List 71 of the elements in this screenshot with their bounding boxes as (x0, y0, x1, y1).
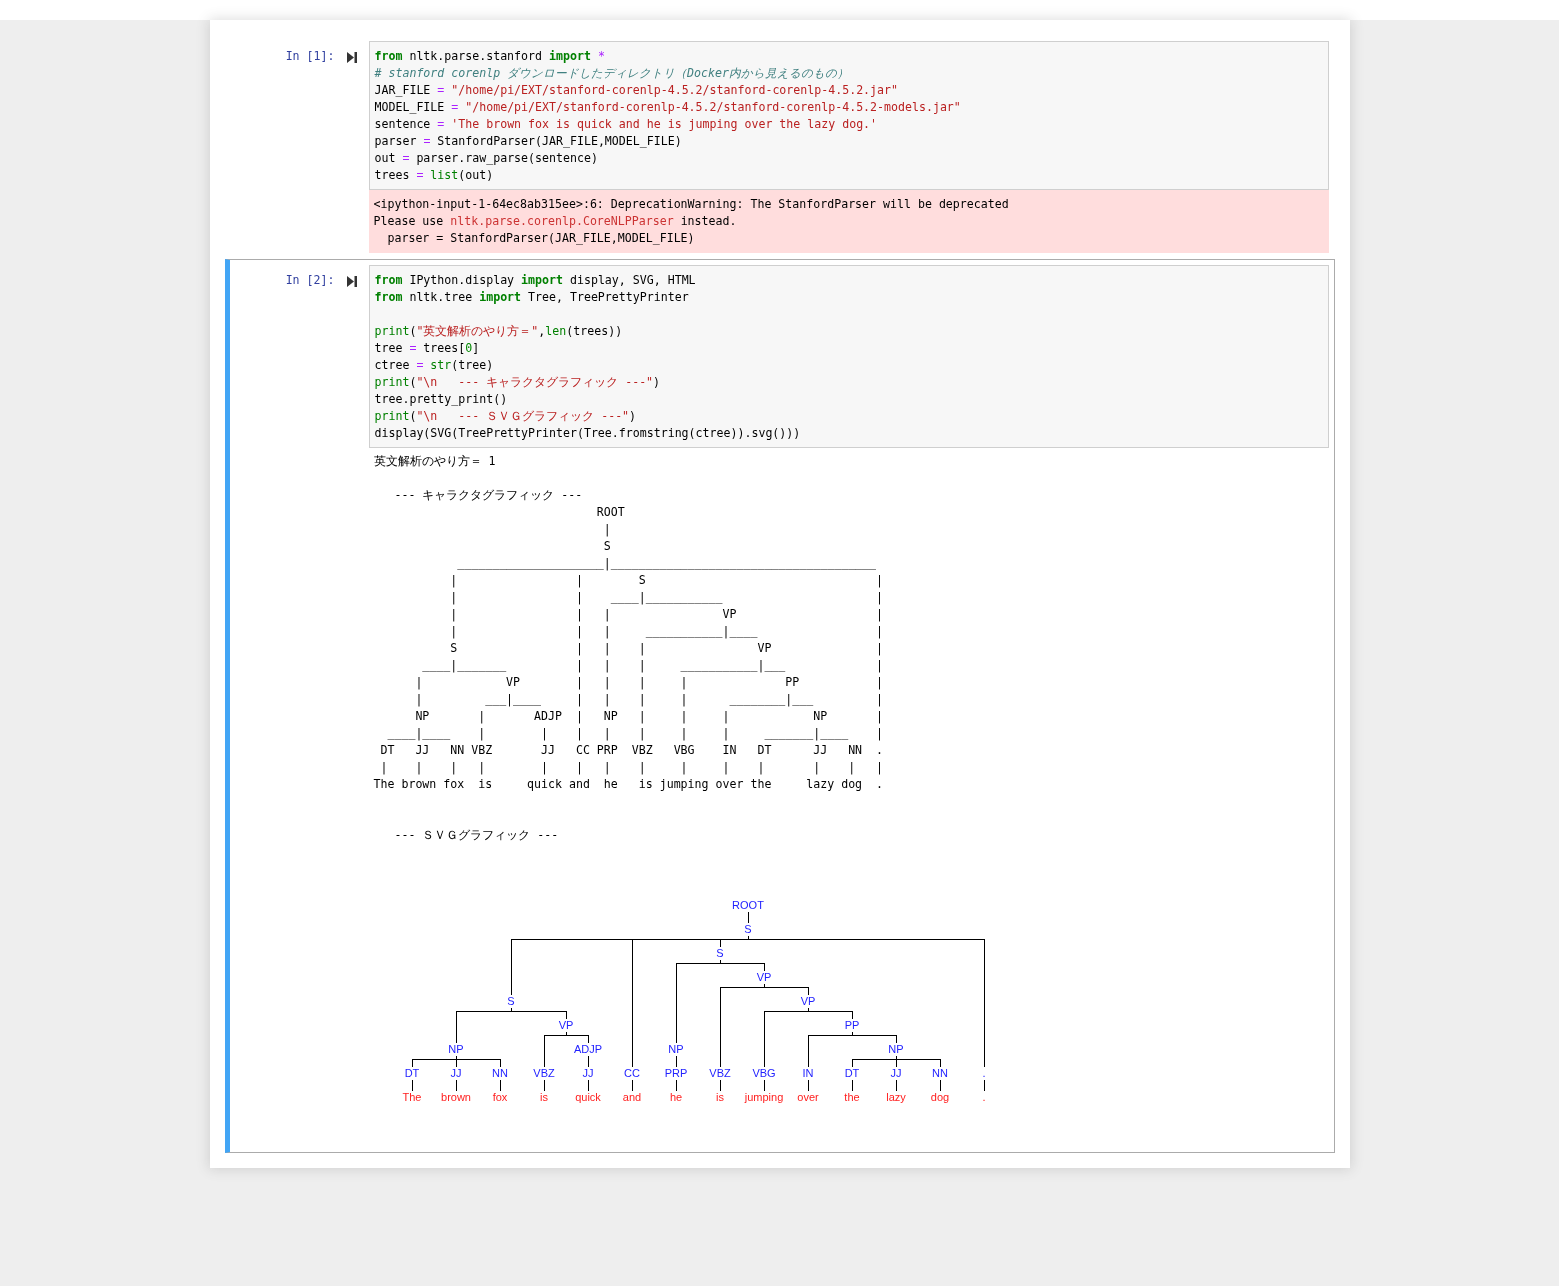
tree-node-label: PP (844, 1018, 859, 1031)
tree-word: and (622, 1090, 641, 1103)
tree-node-label: ROOT (731, 898, 764, 911)
tree-node-label: JJ (890, 1066, 901, 1079)
code-line: print("英文解析のやり方＝",len(trees)) (374, 323, 624, 340)
code-line: tree = trees[0] (374, 340, 481, 357)
tree-node-label: DT (404, 1066, 419, 1079)
tree-node-label: NN (931, 1066, 948, 1079)
tree-word: the (843, 1090, 860, 1103)
tree-node-label: VBG (751, 1066, 776, 1079)
tree-node-label: S (506, 994, 515, 1007)
tree-word: quick (574, 1090, 601, 1103)
tree-node-label: JJ (582, 1066, 593, 1079)
code-line: from nltk.tree import Tree, TreePrettyPrinter (374, 289, 690, 306)
code-editor[interactable] (368, 265, 1329, 448)
input-prompt: In [2]: (284, 272, 335, 289)
tree-word: brown (440, 1090, 471, 1103)
tree-word: . (981, 1090, 986, 1103)
tree-node-label: . (981, 1066, 986, 1079)
code-line: out = parser.raw_parse(sentence) (374, 150, 599, 167)
tree-node-label: VBZ (708, 1066, 731, 1079)
code-line: JAR_FILE = "/home/pi/EXT/stanford-corenlp-4.5.2/stanford-corenlp-4.5.2.jar" (374, 82, 900, 99)
code-line: display(SVG(TreePrettyPrinter(Tree.fromstring(ctree)).svg())) (374, 425, 802, 442)
tree-node-label: VP (800, 994, 815, 1007)
tree-node-label: CC (623, 1066, 640, 1079)
code-line: from nltk.parse.stanford import * (374, 48, 606, 65)
tree-node-label: NP (887, 1042, 904, 1055)
code-line: from IPython.display import display, SVG, HTML (374, 272, 697, 289)
notebook-cell[interactable] (224, 259, 1335, 1153)
tree-node-label: NN (491, 1066, 508, 1079)
tree-word: jumping (744, 1090, 783, 1103)
tree-word: dog (930, 1090, 949, 1103)
ascii-parse-tree: ROOT | S _____________________|______________________________________ | | S | | | ____|___________ | | | | VP | | | | ___________|____ | S | | | VP | ____|_______ | | | ___________|___ | | VP | | | | PP | | ___|____ | | | | ________|___ | NP | ADJP | NP | | | NP | ____|____ | | | | | | | _______|____ | DT JJ NN VBZ JJ CC PRP VBZ VBG IN DT JJ NN . | | | | | | | | | | | | | | The brown fox is quick and he is jumping over the lazy dog . (373, 504, 884, 793)
tree-node-label: DT (844, 1066, 859, 1079)
code-line: trees = list(out) (374, 167, 495, 184)
tree-word: fox (492, 1090, 507, 1103)
tree-word: The (402, 1090, 421, 1103)
step-forward-icon (346, 276, 357, 287)
tree-node-label: JJ (450, 1066, 461, 1079)
tree-word: lazy (885, 1090, 906, 1103)
tree-word: over (796, 1090, 819, 1103)
tree-node-label: NP (667, 1042, 684, 1055)
tree-node-label: ADJP (573, 1042, 602, 1055)
tree-word: is (539, 1090, 548, 1103)
output-text: --- キャラクタグラフィック --- (393, 487, 583, 504)
code-line: # stanford corenlp ダウンロードしたディレクトリ（Docker内から見えるのもの） (374, 65, 850, 82)
code-line: sentence = 'The brown fox is quick and he is jumping over the lazy dog.' (374, 116, 879, 133)
code-editor[interactable] (368, 41, 1329, 190)
tree-node-label: NP (447, 1042, 464, 1055)
code-line: print("\n --- キャラクタグラフィック ---") (374, 374, 662, 391)
code-line: ctree = str(tree) (374, 357, 495, 374)
tree-word: is (715, 1090, 724, 1103)
tree-node-label: VBZ (532, 1066, 555, 1079)
tree-node-label: VP (756, 970, 771, 983)
step-forward-icon (346, 52, 357, 63)
code-line: print("\n --- ＳＶＧグラフィック ---") (374, 408, 638, 425)
code-line: parser = StanfordParser(JAR_FILE,MODEL_FILE) (374, 133, 683, 150)
code-line: tree.pretty_print() (374, 391, 509, 408)
warning-line: Please use nltk.parse.corenlp.CoreNLPParser instead. (373, 213, 738, 230)
input-prompt: In [1]: (284, 48, 335, 65)
tree-node-label: S (715, 946, 724, 959)
output-text: --- ＳＶＧグラフィック --- (393, 827, 559, 844)
tree-node-label: PRP (664, 1066, 687, 1079)
tree-node-label: IN (802, 1066, 813, 1079)
code-line: MODEL_FILE = "/home/pi/EXT/stanford-corenlp-4.5.2/stanford-corenlp-4.5.2-models.jar" (374, 99, 962, 116)
tree-word: he (669, 1090, 682, 1103)
warning-line: <ipython-input-1-64ec8ab315ee>:6: DeprecationWarning: The StanfordParser will be deprecated (373, 196, 1010, 213)
output-text: 英文解析のやり方＝ 1 (373, 453, 496, 470)
tree-node-label: S (743, 922, 752, 935)
tree-node-label: VP (558, 1018, 573, 1031)
warning-line: parser = StanfordParser(JAR_FILE,MODEL_FILE) (386, 230, 696, 247)
